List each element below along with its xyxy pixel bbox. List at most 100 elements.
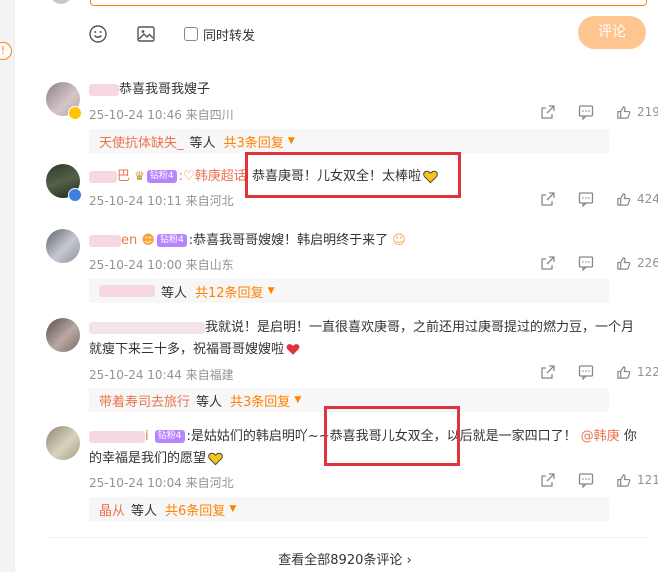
like-count: 219 xyxy=(637,105,658,119)
reply-username[interactable]: 天使抗体缺失_ xyxy=(99,132,184,151)
reply-count[interactable]: 共3条回复 xyxy=(224,132,284,151)
reply-people: 等人 xyxy=(131,503,158,519)
reply-count[interactable]: 共3条回复 xyxy=(230,391,290,410)
red-heart-icon xyxy=(286,344,300,355)
mention-link[interactable]: @韩庚 xyxy=(581,429,620,444)
comment-text-part2: 你 xyxy=(623,429,637,444)
reply-count[interactable]: 共12条回复 xyxy=(195,282,264,301)
comment-time: 25-10-24 10:04 来自河北 xyxy=(89,476,234,490)
reply-summary[interactable]: 天使抗体缺失_ 等人 共3条回复 ▼ xyxy=(89,129,609,153)
reply-people: 等人 xyxy=(196,394,223,410)
username-blurred[interactable] xyxy=(89,321,205,334)
like-count: 122 xyxy=(637,365,658,379)
divider xyxy=(14,0,15,572)
comment-icon[interactable] xyxy=(578,472,594,488)
comment-actions: 121 xyxy=(540,472,658,488)
comment-actions: 122 xyxy=(540,364,658,380)
comment-text-line: 就瘦下来三十多，祝福哥哥嫂嫂啦 xyxy=(89,340,300,360)
comment-icon[interactable] xyxy=(578,104,594,120)
like-count: 424 xyxy=(637,192,658,206)
verified-badge xyxy=(68,188,82,202)
submit-comment-button[interactable]: 评论 xyxy=(578,16,646,49)
fan-level-tag: 钻粉4 xyxy=(154,430,185,443)
thumbs-up-icon xyxy=(617,192,631,206)
reply-username[interactable]: 带着寿司去旅行 xyxy=(99,391,190,410)
like-count: 121 xyxy=(637,473,658,487)
avatar[interactable] xyxy=(46,318,80,352)
like-button[interactable]: 122 xyxy=(616,365,658,380)
alert-icon[interactable]: ! xyxy=(0,42,12,60)
comment-text-line: en ☻ 钻粉4:恭喜我哥哥嫂嫂！韩启明终于来了 ☺ xyxy=(89,231,406,251)
username-blurred[interactable] xyxy=(89,430,145,443)
reply-people: 等人 xyxy=(189,135,216,151)
username-blurred[interactable] xyxy=(89,83,119,96)
username-blurred[interactable] xyxy=(89,234,121,247)
emoji-icon: ☺ xyxy=(392,233,406,248)
like-count: 226 xyxy=(637,256,658,270)
repost-label: 同时转发 xyxy=(203,28,256,44)
share-icon[interactable] xyxy=(540,255,556,271)
current-user-avatar xyxy=(50,0,72,4)
like-button[interactable]: 121 xyxy=(616,473,658,488)
highlight-box xyxy=(245,152,461,198)
reply-summary[interactable]: 等人 共12条回复 ▼ xyxy=(89,279,609,303)
fan-level-tag: 钻粉4 xyxy=(156,234,187,247)
comment-icon[interactable] xyxy=(578,191,594,207)
chevron-down-icon: ▼ xyxy=(267,286,275,296)
chevron-down-icon: ▼ xyxy=(287,136,295,146)
comment-time: 25-10-24 10:46 来自四川 xyxy=(89,108,234,122)
reply-username-blurred[interactable] xyxy=(99,285,155,297)
comment-text-line2: 就瘦下来三十多，祝福哥哥嫂嫂啦 xyxy=(89,342,285,357)
comment-text: 恭喜我哥我嫂子 xyxy=(119,82,211,97)
thumbs-up-icon xyxy=(617,365,631,379)
view-all-comments-link[interactable]: 查看全部8920条评论 › xyxy=(0,549,658,568)
smile-icon[interactable] xyxy=(88,24,108,44)
reply-username[interactable]: 晶从 xyxy=(99,500,125,519)
avatar[interactable] xyxy=(46,229,80,263)
comment-icon[interactable] xyxy=(578,364,594,380)
thumbs-up-icon xyxy=(617,473,631,487)
verified-badge xyxy=(68,106,82,120)
share-icon[interactable] xyxy=(540,104,556,120)
comment-actions: 226 xyxy=(540,255,658,271)
comment-text-line2: 的幸福是我们的愿望 xyxy=(89,451,207,466)
comment-text-line: 我就说！是启明！一直很喜欢庚哥，之前还用过庚哥提过的燃力豆，一个月 xyxy=(89,318,634,338)
topic-mention[interactable]: :♡韩庚超话 xyxy=(179,169,247,184)
comment-text-line: 的幸福是我们的愿望 xyxy=(89,449,223,469)
username-fragment[interactable]: i xyxy=(145,429,149,444)
username-blurred[interactable] xyxy=(89,170,117,183)
share-icon[interactable] xyxy=(540,191,556,207)
username-fragment[interactable]: en xyxy=(121,233,137,248)
repost-checkbox[interactable] xyxy=(184,27,198,41)
reply-summary[interactable]: 晶从 等人 共6条回复 ▼ xyxy=(89,497,609,521)
like-button[interactable]: 219 xyxy=(616,105,658,120)
comment-time: 25-10-24 10:11 来自河北 xyxy=(89,194,234,208)
reply-count[interactable]: 共6条回复 xyxy=(165,500,225,519)
like-button[interactable]: 226 xyxy=(616,256,658,271)
comment-actions: 219 xyxy=(540,104,658,120)
avatar[interactable] xyxy=(46,426,80,460)
comment-time: 25-10-24 10:44 来自福建 xyxy=(89,368,234,382)
reply-people: 等人 xyxy=(161,285,188,301)
image-icon[interactable] xyxy=(136,24,156,44)
highlight-box xyxy=(324,406,460,466)
username-fragment[interactable]: 巴 xyxy=(117,169,130,184)
comment-text-line1: 我就说！是启明！一直很喜欢庚哥，之前还用过庚哥提过的燃力豆，一个月 xyxy=(205,320,635,335)
composer-toolbar: 同时转发 xyxy=(88,22,255,46)
emoji-icon: ☻ xyxy=(141,233,155,248)
divider xyxy=(48,537,648,538)
comment-input[interactable] xyxy=(90,0,647,6)
chevron-down-icon: ▼ xyxy=(229,504,237,514)
crown-icon: ♛ xyxy=(134,169,145,183)
comment-text-content: :恭喜我哥哥嫂嫂！韩启明终于来了 xyxy=(188,233,389,248)
share-icon[interactable] xyxy=(540,364,556,380)
comment-actions: 424 xyxy=(540,191,658,207)
yellow-heart-icon xyxy=(208,452,223,465)
comment-icon[interactable] xyxy=(578,255,594,271)
comment-text-line: 巴 ♛ 钻粉4:♡韩庚超话 xyxy=(89,166,247,187)
comment-text-line: 恭喜我哥我嫂子 xyxy=(89,80,210,100)
like-button[interactable]: 424 xyxy=(616,192,658,207)
share-icon[interactable] xyxy=(540,472,556,488)
chevron-down-icon: ▼ xyxy=(294,395,302,405)
thumbs-up-icon xyxy=(617,256,631,270)
